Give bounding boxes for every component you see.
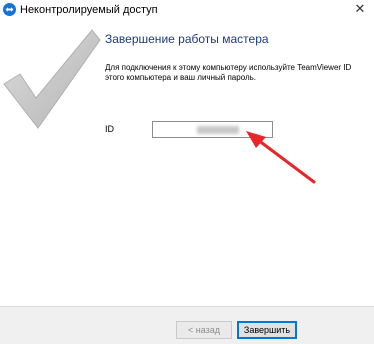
close-button[interactable]: ✕: [352, 1, 368, 17]
teamviewer-icon: [3, 3, 16, 16]
close-icon: ✕: [354, 1, 366, 16]
wizard-heading: Завершение работы мастера: [105, 32, 269, 46]
window-title: Неконтролируемый доступ: [20, 4, 158, 16]
finish-button[interactable]: Завершить: [237, 321, 297, 339]
red-arrow-annotation: [246, 131, 316, 184]
id-value-blurred: [197, 126, 239, 134]
id-label: ID: [105, 124, 114, 134]
checkmark-icon: [3, 29, 101, 129]
title-bar: Неконтролируемый доступ ✕: [0, 0, 374, 20]
wizard-description: Для подключения к этому компьютеру испол…: [105, 63, 352, 82]
back-button[interactable]: < назад: [176, 321, 232, 339]
wizard-footer: < назад Завершить: [0, 306, 374, 344]
